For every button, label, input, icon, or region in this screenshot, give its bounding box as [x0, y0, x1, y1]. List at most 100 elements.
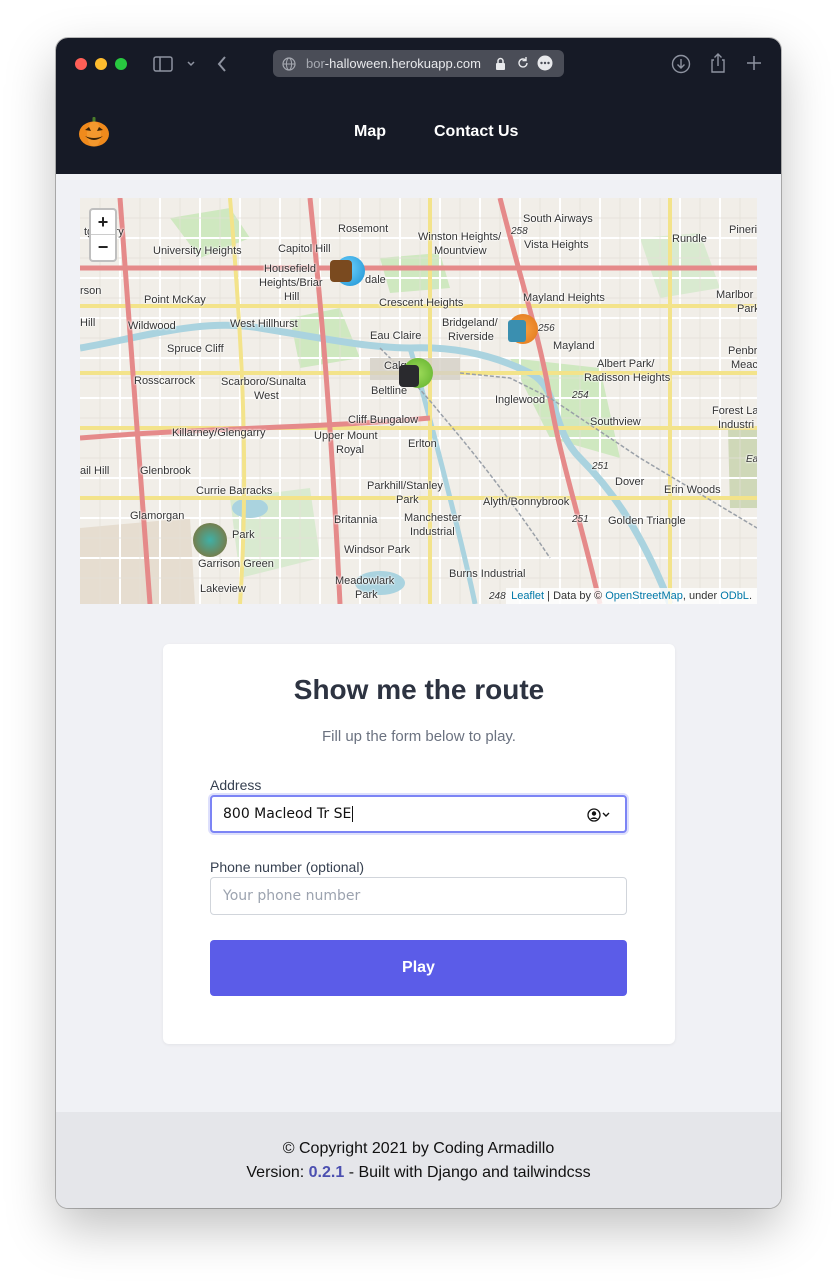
map-label: Marlbor [716, 289, 754, 301]
map-label: Ea [746, 454, 757, 465]
map-label: Park [396, 494, 419, 506]
version-link[interactable]: 0.2.1 [309, 1164, 345, 1181]
download-icon[interactable] [671, 54, 691, 74]
map-label: rson [80, 285, 102, 297]
map-label: Mayland Heights [523, 292, 605, 304]
new-tab-icon[interactable] [746, 55, 762, 71]
owl-marker-icon[interactable] [330, 260, 352, 282]
site-navbar: Map Contact Us [56, 90, 781, 174]
footer: © Copyright 2021 by Coding Armadillo Ver… [56, 1112, 781, 1208]
map-label: Albert Park/ [597, 358, 655, 370]
map-label: Meadowlark [335, 575, 395, 587]
map-attribution: Leaflet | Data by © OpenStreetMap, under… [506, 588, 757, 604]
map-label: 256 [538, 323, 555, 334]
zoom-window-button[interactable] [115, 58, 127, 70]
map-label: Erin Woods [664, 484, 721, 496]
map-label: Britannia [334, 514, 378, 526]
map-tiles [80, 198, 757, 604]
map-label: Southview [590, 416, 641, 428]
odbl-link[interactable]: ODbL [720, 590, 749, 602]
zoom-out-button[interactable]: − [91, 235, 115, 260]
map-label: Vista Heights [524, 239, 589, 251]
map-label: West [254, 390, 279, 402]
map-label: Mayland [553, 340, 595, 352]
map-label: Housefield [264, 263, 316, 275]
phone-label: Phone number (optional) [210, 859, 365, 875]
map-label: Alyth/Bonnybrook [483, 496, 570, 508]
map-label: Park [232, 529, 255, 541]
phone-placeholder: Your phone number [223, 888, 361, 904]
map-label: ail Hill [80, 465, 110, 477]
map-label: Penbr [728, 345, 757, 357]
map-label: Point McKay [144, 294, 206, 306]
minimize-window-button[interactable] [95, 58, 107, 70]
map-label: Meac [731, 359, 757, 371]
contact-autofill-icon[interactable] [587, 807, 613, 823]
map-label: Manchester [404, 512, 462, 524]
map-label: Garrison Green [198, 558, 274, 570]
close-window-button[interactable] [75, 58, 87, 70]
map-label: Rosscarrock [134, 375, 196, 387]
map-label: Rundle [672, 233, 707, 245]
reload-icon[interactable] [516, 56, 530, 70]
map-label: Windsor Park [344, 544, 411, 556]
map-label: Glamorgan [130, 510, 185, 522]
pumpkin-logo-icon[interactable] [78, 116, 110, 148]
map-label: Park [355, 589, 378, 601]
url-text: bor-halloween.herokuapp.com [306, 56, 481, 71]
back-icon[interactable] [216, 55, 228, 73]
nav-link-contact-us[interactable]: Contact Us [434, 123, 518, 141]
leaflet-link[interactable]: Leaflet [511, 590, 544, 602]
map-label: dale [365, 274, 386, 286]
black-cat-marker-icon[interactable] [399, 365, 419, 387]
zoom-in-button[interactable]: + [91, 210, 115, 235]
zombie-hand-marker-icon[interactable] [193, 523, 227, 557]
play-button[interactable]: Play [210, 940, 627, 996]
map-label: Industrial [410, 526, 455, 538]
map-label: University Heights [153, 245, 242, 257]
map-label: Upper Mount [314, 430, 378, 442]
address-bar[interactable]: bor-halloween.herokuapp.com [273, 50, 564, 77]
map-label: Park [737, 303, 757, 315]
browser-window: bor-halloween.herokuapp.com Map Contact … [56, 38, 781, 1208]
map-label: Industri [718, 419, 755, 431]
openstreetmap-link[interactable]: OpenStreetMap [605, 590, 683, 602]
map-label: Radisson Heights [584, 372, 671, 384]
robot-marker-icon[interactable] [508, 320, 526, 342]
map-label: 251 [592, 461, 609, 472]
map-label: Hill [284, 291, 300, 303]
share-icon[interactable] [709, 52, 727, 74]
map-label: Winston Heights/ [418, 231, 502, 243]
map-label: Killarney/Glengarry [172, 427, 266, 439]
more-options-icon[interactable] [537, 55, 553, 71]
map-label: West Hillhurst [230, 318, 298, 330]
browser-titlebar: bor-halloween.herokuapp.com [56, 38, 781, 90]
nav-link-map[interactable]: Map [354, 123, 386, 141]
map-label: Hill [80, 317, 96, 329]
phone-input[interactable]: Your phone number [210, 877, 627, 915]
zoom-control: + − [89, 208, 117, 262]
sidebar-toggle-icon[interactable] [153, 56, 173, 72]
form-title: Show me the route [293, 674, 545, 705]
copyright-text: © Copyright 2021 by Coding Armadillo [282, 1140, 555, 1157]
chevron-down-icon[interactable] [186, 60, 196, 68]
map-label: Royal [336, 444, 365, 456]
form-subtitle: Fill up the form below to play. [322, 728, 516, 745]
address-value: 800 Macleod Tr SE [223, 806, 352, 822]
address-label: Address [210, 777, 262, 793]
map[interactable]: tgomery University Heights Capitol Hill … [80, 198, 757, 604]
map-label: South Airways [523, 213, 593, 225]
route-form-card: Show me the route Fill up the form below… [163, 644, 675, 1044]
map-label: 254 [572, 390, 589, 401]
map-label: Pineri [729, 224, 757, 236]
map-label: Glenbrook [140, 465, 191, 477]
map-label: 251 [572, 514, 589, 525]
lock-icon [496, 57, 505, 70]
map-label: Lakeview [200, 583, 246, 595]
map-label: Crescent Heights [379, 297, 464, 309]
map-label: 248 [489, 591, 506, 602]
map-label: Rosemont [338, 223, 389, 235]
map-label: Burns Industrial [449, 568, 526, 580]
address-input[interactable]: 800 Macleod Tr SE [210, 795, 627, 833]
map-label: Cliff Bungalow [348, 414, 419, 426]
